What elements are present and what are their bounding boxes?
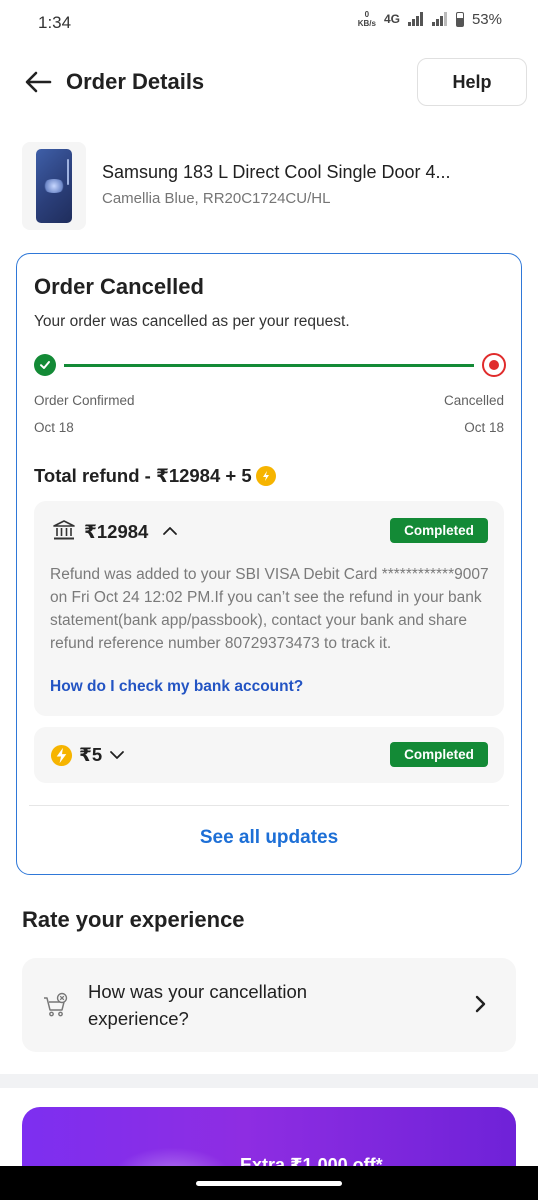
status-time: 1:34 bbox=[38, 13, 72, 32]
chevron-up-icon[interactable] bbox=[162, 523, 178, 539]
order-status-title: Order Cancelled bbox=[34, 274, 204, 299]
cancelled-dot-icon bbox=[482, 353, 506, 377]
chevron-down-icon[interactable] bbox=[109, 747, 125, 763]
rate-section-title: Rate your experience bbox=[22, 907, 245, 932]
back-arrow-icon[interactable] bbox=[22, 66, 54, 98]
supercoin-refund-amount: ₹5 bbox=[79, 744, 103, 765]
bank-icon bbox=[53, 520, 75, 540]
total-refund-text: Total refund - ₹12984 + 5 bbox=[34, 465, 252, 486]
signal-icon bbox=[407, 12, 423, 26]
timeline-start-label: Order Confirmed bbox=[34, 393, 135, 408]
page-header: Order Details Help bbox=[0, 56, 538, 108]
product-name: Samsung 183 L Direct Cool Single Door 4.… bbox=[102, 162, 451, 182]
bank-refund-amount: ₹12984 bbox=[84, 521, 149, 542]
product-variant: Camellia Blue, RR20C1724CU/HL bbox=[102, 190, 331, 207]
timeline-progress-line bbox=[64, 364, 474, 367]
bank-refund-status-badge: Completed bbox=[390, 518, 488, 543]
bank-refund-description: Refund was added to your SBI VISA Debit … bbox=[50, 566, 489, 652]
rate-question: How was your cancellation experience? bbox=[88, 981, 308, 1029]
status-bar: 1:34 0 KB/s 4G 53% bbox=[0, 0, 538, 44]
network-speed-value: 0 bbox=[364, 10, 370, 19]
check-circle-icon bbox=[34, 354, 56, 376]
order-status-card: Order Cancelled Your order was cancelled… bbox=[16, 253, 522, 875]
timeline-end-date: Oct 18 bbox=[464, 420, 504, 435]
chevron-right-icon[interactable] bbox=[470, 994, 490, 1014]
system-nav-bar bbox=[0, 1166, 538, 1200]
section-separator bbox=[0, 1074, 538, 1088]
order-status-subtitle: Your order was cancelled as per your req… bbox=[34, 313, 350, 330]
cart-cancel-icon bbox=[44, 992, 68, 1017]
bank-refund-section: ₹12984 Completed Refund was added to you… bbox=[34, 501, 504, 716]
supercoin-icon bbox=[50, 744, 73, 767]
check-bank-account-link[interactable]: How do I check my bank account? bbox=[50, 678, 303, 696]
timeline-end-label: Cancelled bbox=[443, 393, 504, 408]
page-title: Order Details bbox=[66, 69, 205, 94]
signal-icon-secondary bbox=[431, 12, 447, 26]
supercoin-refund-status-badge: Completed bbox=[390, 742, 488, 767]
total-refund: Total refund - ₹12984 + 5 bbox=[34, 465, 276, 487]
timeline-start-date: Oct 18 bbox=[34, 420, 74, 435]
network-type: 4G bbox=[383, 12, 400, 26]
home-gesture-handle[interactable] bbox=[196, 1181, 342, 1186]
network-speed-unit: KB/s bbox=[357, 19, 376, 28]
product-image bbox=[22, 142, 86, 230]
battery-icon bbox=[455, 11, 464, 27]
battery-level: 53% bbox=[471, 10, 502, 28]
see-all-updates-button[interactable]: See all updates bbox=[17, 827, 521, 849]
supercoin-icon bbox=[255, 466, 276, 486]
product-summary[interactable]: Samsung 183 L Direct Cool Single Door 4.… bbox=[22, 142, 522, 230]
status-icons: 0 KB/s 4G 53% bbox=[358, 10, 502, 28]
refrigerator-thumbnail bbox=[36, 149, 72, 223]
network-speed: 0 KB/s bbox=[358, 10, 376, 28]
help-button[interactable]: Help bbox=[417, 58, 527, 106]
rate-cancellation-card[interactable]: How was your cancellation experience? bbox=[22, 958, 516, 1052]
divider bbox=[29, 805, 509, 806]
supercoin-refund-section[interactable]: ₹5 Completed bbox=[34, 727, 504, 783]
